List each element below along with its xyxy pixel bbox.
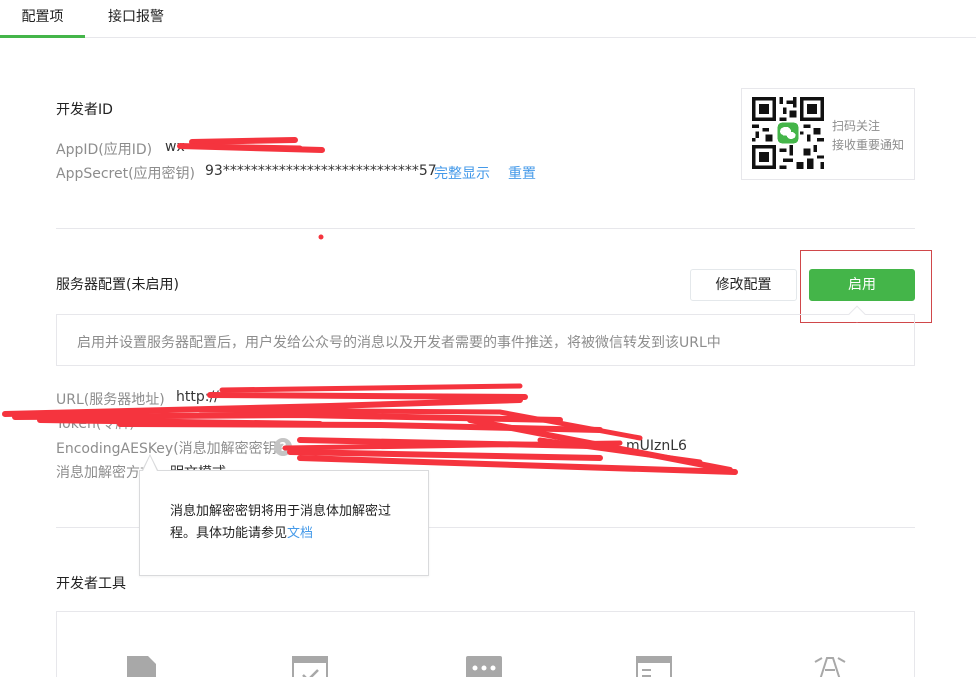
document-icon[interactable] <box>124 656 160 677</box>
aes-key-help-popover: 消息加解密密钥将用于消息体加解密过程。具体功能请参见文档 <box>139 470 429 576</box>
annotation-highlight-box <box>800 250 932 323</box>
server-config-title: 服务器配置(未启用) <box>56 277 179 293</box>
developer-id-title: 开发者ID <box>56 102 113 118</box>
more-icon[interactable] <box>466 656 502 677</box>
appsecret-label: AppSecret(应用密钥) <box>56 166 196 182</box>
aes-key-value: mUIznL6 <box>626 438 687 454</box>
popover-text-block: 消息加解密密钥将用于消息体加解密过程。具体功能请参见文档 <box>170 501 410 545</box>
appsecret-value: 93****************************57 <box>205 163 437 179</box>
help-icon[interactable]: ? <box>274 438 292 456</box>
tower-icon[interactable] <box>812 656 848 677</box>
divider <box>56 228 915 229</box>
web-check-icon[interactable] <box>292 656 328 677</box>
qr-text-line1: 扫码关注 <box>832 119 881 133</box>
tab-api-alert[interactable]: 接口报警 <box>85 0 187 38</box>
docs-link[interactable]: 文档 <box>287 526 313 541</box>
web-window-icon[interactable] <box>636 656 672 677</box>
tab-bar: 配置项 接口报警 <box>0 0 976 38</box>
url-label: URL(服务器地址) <box>56 392 165 408</box>
tab-config[interactable]: 配置项 <box>0 0 85 38</box>
popover-arrow-inner <box>143 456 157 471</box>
server-config-tip: 启用并设置服务器配置后，用户发给公众号的消息以及开发者需要的事件推送，将被微信转… <box>56 314 915 366</box>
appid-label: AppID(应用ID) <box>56 142 153 158</box>
token-label: Token(令牌) <box>56 416 135 432</box>
server-config-tip-text: 启用并设置服务器配置后，用户发给公众号的消息以及开发者需要的事件推送，将被微信转… <box>77 335 721 351</box>
qr-notice-box: 扫码关注 接收重要通知 <box>741 88 915 180</box>
appid-value: wx <box>165 139 185 155</box>
url-value: http:// <box>176 389 219 405</box>
popover-text: 消息加解密密钥将用于消息体加解密过程。具体功能请参见 <box>170 504 392 541</box>
qr-code-icon <box>752 97 824 169</box>
modify-config-button[interactable]: 修改配置 <box>690 269 797 301</box>
reset-link[interactable]: 重置 <box>508 163 536 183</box>
show-full-link[interactable]: 完整显示 <box>434 163 490 183</box>
aes-key-label: EncodingAESKey(消息加解密密钥 <box>56 441 277 457</box>
developer-tools-title: 开发者工具 <box>56 576 126 592</box>
qr-text-line2: 接收重要通知 <box>832 138 905 152</box>
